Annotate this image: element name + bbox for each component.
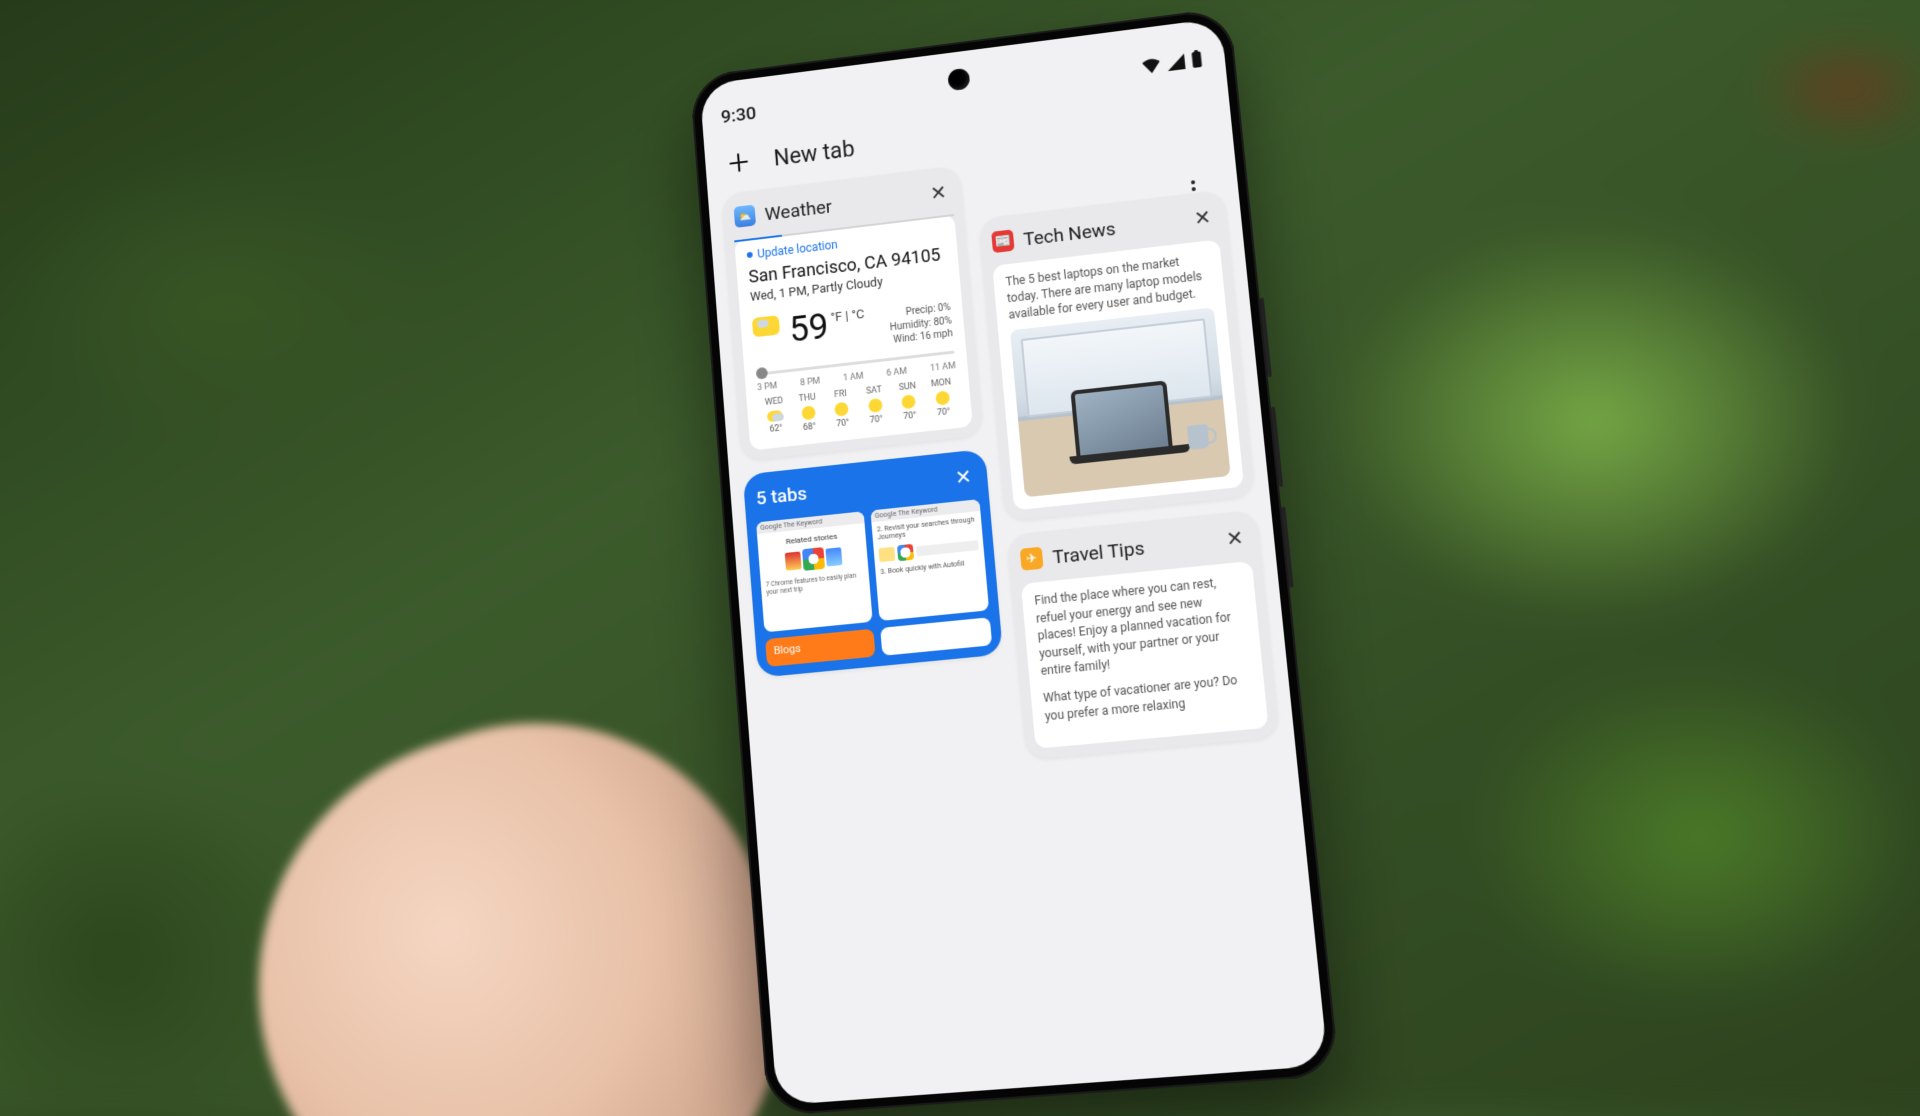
tab-title: Tech News <box>1022 209 1179 250</box>
article-thumbnail <box>1010 308 1231 498</box>
tech-news-favicon-icon: 📰 <box>991 229 1014 253</box>
partly-cloudy-icon <box>752 315 780 337</box>
close-tab-button[interactable]: ✕ <box>924 178 953 208</box>
tab-group-card[interactable]: 5 tabs ✕ Google The Keyword Related stor… <box>743 448 1003 677</box>
grouped-tab-thumbnail[interactable]: Google The Keyword Related stories 7 Chr… <box>756 511 873 632</box>
tab-card-weather[interactable]: ⛅ Weather ✕ Update location San Francisc… <box>721 165 983 461</box>
close-tab-button[interactable]: ✕ <box>1187 202 1218 233</box>
grouped-tab-thumbnail[interactable] <box>880 617 992 656</box>
tab-card-travel-tips[interactable]: ✈ Travel Tips ✕ Find the place where you… <box>1007 510 1280 760</box>
wifi-icon <box>1141 57 1162 75</box>
travel-favicon-icon: ✈ <box>1020 547 1044 571</box>
weather-temperature: 59°F | °C <box>788 301 867 350</box>
partly-cloudy-icon <box>767 409 783 421</box>
grouped-tab-thumbnail[interactable]: Blogs <box>765 628 876 666</box>
weather-stats: Precip: 0% Humidity: 80% Wind: 16 mph <box>874 301 954 349</box>
sun-icon <box>801 405 816 420</box>
plus-icon <box>725 149 751 177</box>
tab-group-title: 5 tabs <box>755 468 941 510</box>
tab-switcher-grid[interactable]: ⛅ Weather ✕ Update location San Francisc… <box>708 131 1297 804</box>
sun-icon <box>834 401 849 416</box>
google-logo-icon <box>801 547 824 571</box>
tab-title: Travel Tips <box>1052 529 1212 568</box>
weather-favicon-icon: ⛅ <box>734 205 756 228</box>
sun-icon <box>935 390 950 405</box>
new-tab-button[interactable] <box>721 145 756 181</box>
grouped-tab-thumbnail[interactable]: Google The Keyword 2. Revisit your searc… <box>870 499 989 621</box>
page-title: New tab <box>773 135 856 171</box>
article-summary: Find the place where you can rest, refue… <box>1034 573 1250 681</box>
cellular-icon <box>1166 54 1185 72</box>
close-tab-group-button[interactable]: ✕ <box>948 461 978 491</box>
phone-screen: 9:30 New tab <box>699 18 1328 1106</box>
close-tab-button[interactable]: ✕ <box>1219 523 1250 554</box>
phone-frame: 9:30 New tab <box>689 7 1339 1116</box>
battery-icon <box>1190 49 1204 68</box>
sun-icon <box>901 394 916 409</box>
sun-icon <box>868 397 883 412</box>
tab-card-tech-news[interactable]: 📰 Tech News ✕ The 5 best laptops on the … <box>978 189 1255 521</box>
google-logo-icon <box>897 544 914 561</box>
tab-title: Weather <box>764 184 916 224</box>
status-time: 9:30 <box>720 102 757 128</box>
article-summary-2: What type of vacationer are you? Do you … <box>1043 671 1254 726</box>
